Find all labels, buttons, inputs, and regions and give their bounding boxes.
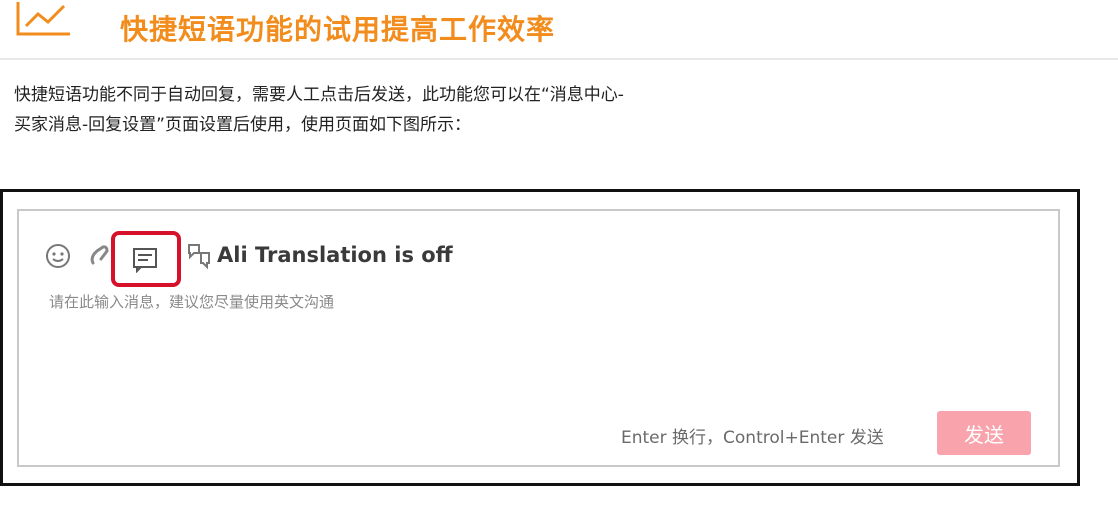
shortcut-hint: Enter 换行，Control+Enter 发送 xyxy=(621,428,884,448)
quick-phrase-highlight xyxy=(111,231,181,287)
chart-line-icon xyxy=(12,0,76,40)
send-button[interactable]: 发送 xyxy=(937,411,1031,455)
emoji-icon[interactable] xyxy=(45,243,71,269)
message-input[interactable]: 请在此输入消息，建议您尽量使用英文沟通 xyxy=(49,291,334,312)
screenshot-frame: Ali Translation is off 请在此输入消息，建议您尽量使用英文… xyxy=(0,189,1080,486)
message-composer: Ali Translation is off 请在此输入消息，建议您尽量使用英文… xyxy=(17,209,1060,467)
header-divider xyxy=(0,58,1118,60)
quick-phrase-icon[interactable] xyxy=(131,245,159,273)
translation-status: Ali Translation is off xyxy=(217,243,453,267)
attachment-icon[interactable] xyxy=(87,243,113,269)
page: 快捷短语功能的试用提高工作效率 快捷短语功能不同于自动回复，需要人工点击后发送，… xyxy=(0,0,1118,526)
page-title: 快捷短语功能的试用提高工作效率 xyxy=(120,13,556,46)
intro-text: 快捷短语功能不同于自动回复，需要人工点击后发送，此功能您可以在“消息中心- 买家… xyxy=(14,80,914,140)
translate-icon[interactable] xyxy=(185,241,213,271)
intro-line-1: 快捷短语功能不同于自动回复，需要人工点击后发送，此功能您可以在“消息中心- xyxy=(14,85,624,105)
intro-line-2: 买家消息-回复设置”页面设置后使用，使用页面如下图所示： xyxy=(14,115,471,135)
